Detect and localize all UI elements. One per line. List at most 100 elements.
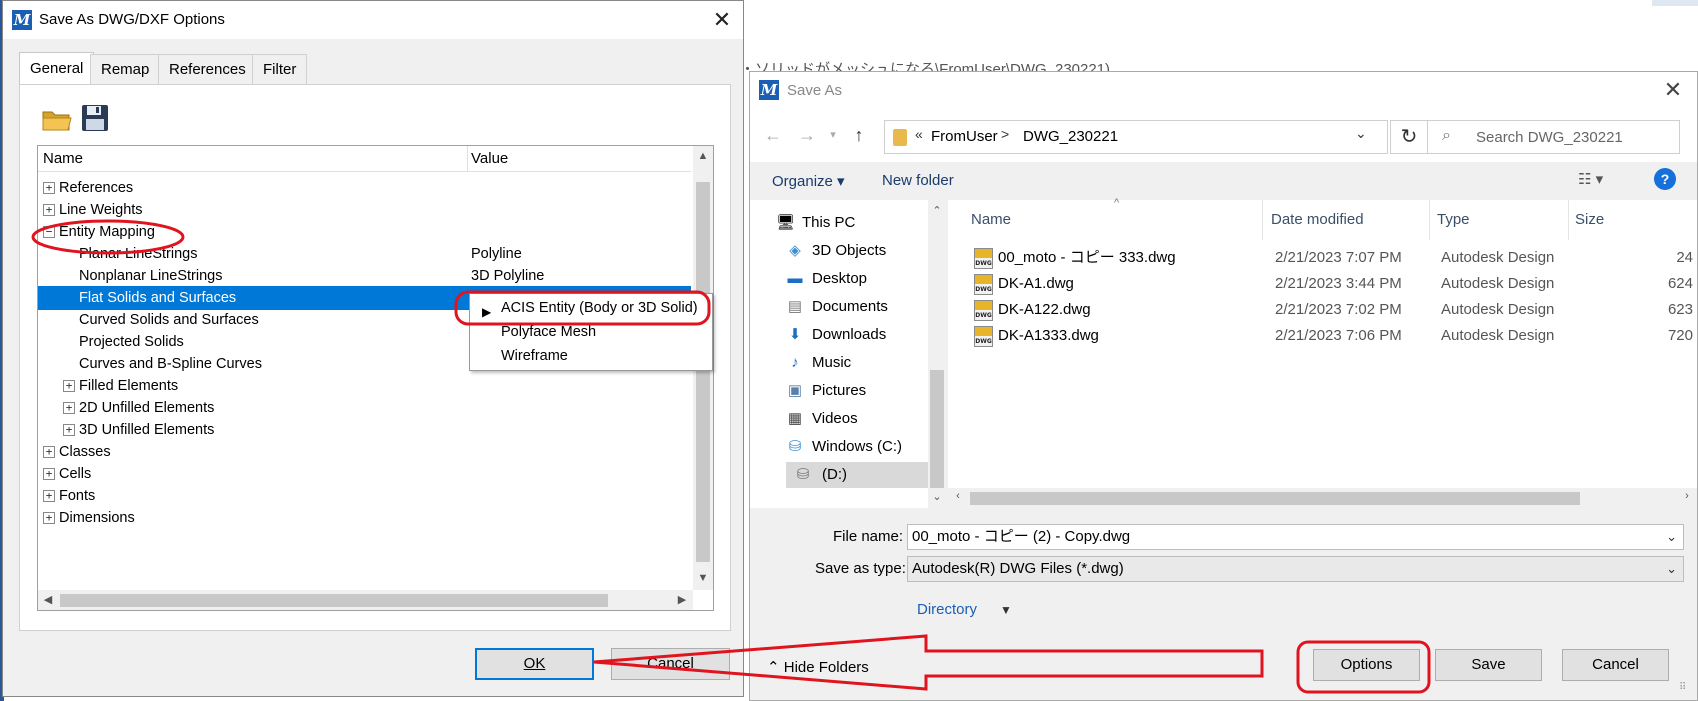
scroll-up-icon[interactable]: ⌃ bbox=[927, 204, 947, 217]
scroll-down-icon[interactable]: ⌄ bbox=[927, 490, 947, 503]
close-icon[interactable]: ✕ bbox=[707, 7, 737, 33]
title-bar[interactable]: M Save As ✕ bbox=[750, 72, 1697, 110]
tree-row[interactable]: + Line Weights bbox=[38, 198, 691, 222]
file-row[interactable]: DWG 00_moto - コピー 333.dwg 2/21/2023 7:07… bbox=[948, 245, 1697, 271]
horizontal-scrollbar[interactable]: ‹ › bbox=[948, 488, 1697, 508]
dropdown-option-wireframe[interactable]: Wireframe bbox=[470, 344, 712, 368]
save-disk-icon[interactable] bbox=[79, 103, 111, 133]
expand-icon[interactable]: + bbox=[43, 490, 55, 502]
search-input[interactable]: ⌕ Search DWG_230221 bbox=[1427, 120, 1680, 154]
resize-grip-icon[interactable]: ⠿ bbox=[1679, 682, 1686, 693]
expand-icon[interactable]: + bbox=[43, 204, 55, 216]
scroll-left-icon[interactable]: ‹ bbox=[948, 490, 968, 502]
help-icon[interactable]: ? bbox=[1654, 168, 1676, 190]
ok-button[interactable]: OK bbox=[475, 648, 594, 680]
address-bar[interactable]: « FromUser > DWG_230221 ⌄ bbox=[884, 120, 1388, 154]
dropdown-option-acis[interactable]: ▶ ACIS Entity (Body or 3D Solid) bbox=[470, 296, 712, 320]
tree-row-value[interactable]: Polyline bbox=[471, 242, 522, 266]
tree-row[interactable]: + Cells bbox=[38, 462, 691, 486]
up-arrow-icon[interactable]: ↑ bbox=[846, 122, 872, 148]
column-header-name[interactable]: Name bbox=[43, 150, 83, 167]
vertical-scrollbar[interactable]: ⌃ ⌄ bbox=[928, 200, 946, 508]
scroll-down-icon[interactable]: ▼ bbox=[693, 572, 713, 584]
file-row[interactable]: DWG DK-A1333.dwg 2/21/2023 7:06 PM Autod… bbox=[948, 323, 1697, 349]
tree-row[interactable]: Planar LineStrings Polyline bbox=[38, 242, 691, 266]
tree-row[interactable]: + 2D Unfilled Elements bbox=[38, 396, 691, 420]
column-separator[interactable] bbox=[1262, 200, 1263, 240]
save-as-type-select[interactable]: Autodesk(R) DWG Files (*.dwg) ⌄ bbox=[907, 556, 1684, 582]
tree-row[interactable]: + Fonts bbox=[38, 484, 691, 508]
overflow-chevron-icon[interactable]: « bbox=[915, 126, 923, 142]
tree-row[interactable]: − Entity Mapping bbox=[38, 220, 691, 244]
save-button[interactable]: Save bbox=[1435, 649, 1542, 681]
expand-icon[interactable]: + bbox=[63, 380, 75, 392]
chevron-down-icon[interactable]: ⌄ bbox=[1666, 525, 1677, 549]
scroll-left-icon[interactable]: ◀ bbox=[38, 593, 58, 606]
tab-references[interactable]: References bbox=[158, 54, 257, 84]
scroll-right-icon[interactable]: › bbox=[1677, 490, 1697, 502]
breadcrumb-fromuser[interactable]: FromUser bbox=[931, 128, 998, 145]
scroll-thumb[interactable] bbox=[60, 594, 608, 607]
column-header-type[interactable]: Type bbox=[1437, 211, 1470, 228]
tree-row[interactable]: + Filled Elements bbox=[38, 374, 691, 398]
column-separator[interactable] bbox=[467, 146, 468, 172]
close-icon[interactable]: ✕ bbox=[1658, 77, 1688, 105]
expand-icon[interactable]: + bbox=[43, 182, 55, 194]
recent-locations-chevron-icon[interactable]: ▾ bbox=[820, 122, 846, 148]
chevron-down-icon[interactable]: ▼ bbox=[1000, 603, 1012, 617]
cancel-button[interactable]: Cancel bbox=[611, 648, 730, 680]
tree-row[interactable]: Nonplanar LineStrings 3D Polyline bbox=[38, 264, 691, 288]
tab-remap[interactable]: Remap bbox=[90, 54, 161, 84]
chevron-down-icon[interactable]: ⌄ bbox=[1355, 125, 1367, 142]
value-dropdown-list[interactable]: ▶ ACIS Entity (Body or 3D Solid) Polyfac… bbox=[469, 293, 713, 371]
file-row[interactable]: DWG DK-A1.dwg 2/21/2023 3:44 PM Autodesk… bbox=[948, 271, 1697, 297]
tree-row[interactable]: + References bbox=[38, 176, 691, 200]
scroll-thumb[interactable] bbox=[696, 182, 710, 562]
tab-general[interactable]: General bbox=[19, 52, 95, 85]
dropdown-option-polyface[interactable]: Polyface Mesh bbox=[470, 320, 712, 344]
scroll-right-icon[interactable]: ▶ bbox=[672, 593, 692, 606]
expand-icon[interactable]: + bbox=[63, 402, 75, 414]
cancel-button[interactable]: Cancel bbox=[1562, 649, 1669, 681]
file-list[interactable]: ^ Name Date modified Type Size DWG 00_mo… bbox=[948, 197, 1697, 508]
options-button[interactable]: Options bbox=[1313, 649, 1420, 681]
tab-filter[interactable]: Filter bbox=[252, 54, 308, 84]
title-bar[interactable]: M Save As DWG/DXF Options ✕ bbox=[3, 1, 743, 39]
scroll-up-icon[interactable]: ▲ bbox=[693, 150, 713, 162]
tree-row[interactable]: + Classes bbox=[38, 440, 691, 464]
file-row[interactable]: DWG DK-A122.dwg 2/21/2023 7:02 PM Autode… bbox=[948, 297, 1697, 323]
chevron-down-icon[interactable]: ⌄ bbox=[1666, 557, 1677, 581]
tree-row[interactable]: + Dimensions bbox=[38, 506, 691, 530]
scroll-thumb[interactable] bbox=[970, 492, 1580, 505]
forward-arrow-icon[interactable]: → bbox=[794, 122, 820, 148]
column-header-date[interactable]: Date modified bbox=[1271, 211, 1364, 228]
collapse-icon[interactable]: − bbox=[43, 226, 55, 238]
breadcrumb-dwg-230221[interactable]: DWG_230221 bbox=[1023, 128, 1118, 145]
column-header-size[interactable]: Size bbox=[1575, 211, 1604, 228]
scroll-thumb[interactable] bbox=[930, 370, 944, 488]
column-header-name[interactable]: Name bbox=[971, 211, 1011, 228]
organize-button[interactable]: Organize ▾ bbox=[772, 172, 845, 190]
column-separator[interactable] bbox=[1568, 200, 1569, 240]
breadcrumb-separator-icon[interactable]: > bbox=[1001, 126, 1009, 142]
refresh-icon[interactable]: ↻ bbox=[1390, 120, 1428, 154]
expand-icon[interactable]: + bbox=[63, 424, 75, 436]
sort-ascending-icon: ^ bbox=[1114, 197, 1120, 209]
tree-row-value[interactable]: 3D Polyline bbox=[471, 264, 544, 288]
settings-tree[interactable]: Name Value + References + Line Weights −… bbox=[37, 145, 714, 611]
hide-folders-button[interactable]: ⌃ Hide Folders bbox=[767, 658, 869, 676]
column-header-value[interactable]: Value bbox=[471, 150, 508, 167]
expand-icon[interactable]: + bbox=[43, 446, 55, 458]
nav-item-drive-d[interactable]: ⛁ (D:) bbox=[786, 462, 928, 488]
view-options-icon[interactable]: ☷ ▾ bbox=[1578, 170, 1603, 188]
expand-icon[interactable]: + bbox=[43, 512, 55, 524]
file-name-field[interactable]: 00_moto - コピー (2) - Copy.dwg ⌄ bbox=[907, 524, 1684, 550]
directory-button[interactable]: Directory bbox=[917, 601, 977, 618]
column-separator[interactable] bbox=[1429, 200, 1430, 240]
expand-icon[interactable]: + bbox=[43, 468, 55, 480]
open-folder-icon[interactable] bbox=[41, 104, 73, 134]
tree-row[interactable]: + 3D Unfilled Elements bbox=[38, 418, 691, 442]
new-folder-button[interactable]: New folder bbox=[882, 172, 954, 189]
back-arrow-icon[interactable]: ← bbox=[760, 122, 786, 148]
horizontal-scrollbar[interactable]: ◀ ▶ bbox=[38, 590, 693, 610]
